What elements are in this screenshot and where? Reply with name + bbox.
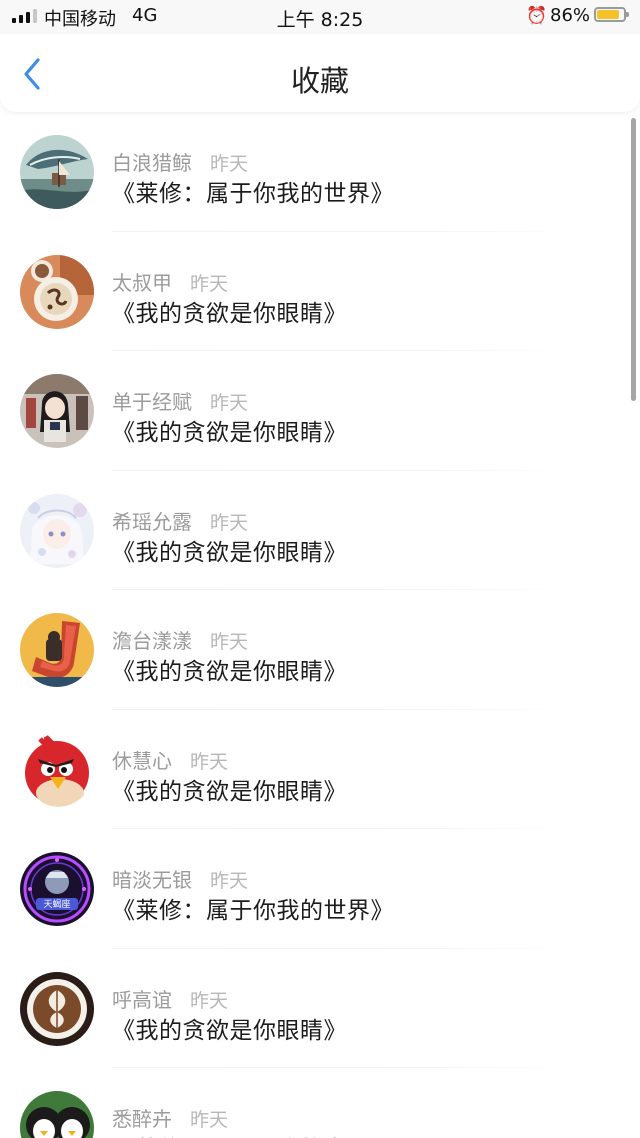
user-avatar[interactable] xyxy=(20,493,94,568)
white-hair-girl-avatar-icon xyxy=(20,493,94,568)
neon-zodiac-avatar-icon: 天蝎座 xyxy=(20,852,94,926)
user-name: 单于经赋 xyxy=(112,390,192,414)
book-title: 《我的贪欲是你眼睛》 xyxy=(112,778,347,805)
user-name-line: 澹台漾漾 昨天 xyxy=(112,625,248,654)
list-item[interactable]: 希瑶允露 昨天 《我的贪欲是你眼睛》 xyxy=(0,471,640,590)
timestamp: 昨天 xyxy=(210,392,249,414)
alarm-clock-icon: ⏰ xyxy=(526,6,548,26)
red-bird-avatar-icon xyxy=(20,732,94,807)
letter-j-avatar-icon xyxy=(20,613,94,687)
penguin-doll-avatar-icon xyxy=(20,1091,94,1138)
user-avatar[interactable]: 天蝎座 xyxy=(20,852,94,926)
user-name-line: 暗淡无银 昨天 xyxy=(112,864,248,893)
favorites-screen: 中国移动 4G 上午 8:25 ⏰ 86% 收藏 白浪猎鲸 昨天 《莱修：属于你… xyxy=(0,0,640,1138)
user-name: 呼高谊 xyxy=(112,987,172,1012)
list-item[interactable]: 呼高谊 昨天 《我的贪欲是你眼睛》 xyxy=(0,949,640,1068)
timestamp: 昨天 xyxy=(190,989,229,1012)
list-item[interactable]: 天蝎座 暗淡无银 昨天 《莱修：属于你我的世界》 xyxy=(0,829,640,949)
user-name: 休慧心 xyxy=(112,748,172,773)
user-avatar[interactable] xyxy=(20,254,94,329)
user-name-line: 太叔甲 昨天 xyxy=(112,267,228,296)
user-name: 悉醉卉 xyxy=(112,1107,172,1131)
list-item[interactable]: 悉醉卉昨天 《莱修：属于你我的世界》 xyxy=(0,1068,640,1138)
latte-cups-avatar-icon xyxy=(20,254,94,329)
book-title: 《我的贪欲是你眼睛》 xyxy=(112,420,347,446)
user-name: 澹台漾漾 xyxy=(112,629,192,653)
book-title: 《我的贪欲是你眼睛》 xyxy=(112,300,347,327)
whale-ship-avatar-icon xyxy=(20,135,94,209)
book-title: 《莱修：属于你我的世界》 xyxy=(112,1130,394,1138)
page-title: 收藏 xyxy=(290,64,349,98)
user-name-line: 呼高谊 昨天 xyxy=(112,984,228,1013)
timestamp: 昨天 xyxy=(190,272,229,295)
timestamp: 昨天 xyxy=(210,631,249,653)
battery-percentage: 86% xyxy=(550,5,591,26)
list-item[interactable]: 澹台漾漾 昨天 《我的贪欲是你眼睛》 xyxy=(0,590,640,710)
book-title: 《莱修：属于你我的世界》 xyxy=(112,898,394,924)
user-avatar[interactable] xyxy=(20,374,94,448)
user-avatar[interactable] xyxy=(20,135,94,209)
user-avatar[interactable] xyxy=(20,613,94,687)
book-title: 《莱修：属于你我的世界》 xyxy=(112,181,394,207)
user-name-line: 白浪猎鲸 昨天 xyxy=(112,147,248,176)
list-item[interactable]: 太叔甲 昨天 《我的贪欲是你眼睛》 xyxy=(0,232,640,351)
timestamp: 昨天 xyxy=(210,870,249,892)
timestamp: 昨天 xyxy=(190,1109,229,1131)
timestamp: 昨天 xyxy=(190,750,229,773)
battery-icon xyxy=(594,7,629,22)
user-avatar[interactable] xyxy=(20,732,94,807)
latte-art-avatar-icon xyxy=(20,971,94,1046)
user-name: 白浪猎鲸 xyxy=(112,151,192,175)
user-name-line: 悉醉卉 昨天 xyxy=(112,1103,228,1132)
favorites-list[interactable]: 白浪猎鲸 昨天 《莱修：属于你我的世界》 太叔甲 昨天 《我的贪欲是你眼睛》 单… xyxy=(0,112,640,1138)
user-name: 暗淡无银 xyxy=(112,868,192,892)
timestamp: 昨天 xyxy=(210,153,249,175)
user-name-line: 希瑶允露 昨天 xyxy=(112,506,248,535)
book-title: 《我的贪欲是你眼睛》 xyxy=(112,539,347,566)
book-title: 《我的贪欲是你眼睛》 xyxy=(112,1017,347,1044)
navigation-bar: 收藏 xyxy=(0,34,640,112)
user-name: 太叔甲 xyxy=(112,270,172,295)
book-title: 《我的贪欲是你眼睛》 xyxy=(112,659,347,685)
user-name: 希瑶允露 xyxy=(112,509,192,534)
user-avatar[interactable] xyxy=(20,971,94,1046)
anime-girl-avatar-icon xyxy=(20,374,94,448)
timestamp: 昨天 xyxy=(210,511,249,534)
list-item[interactable]: 休慧心 昨天 《我的贪欲是你眼睛》 xyxy=(0,710,640,829)
list-item[interactable]: 单于经赋 昨天 《我的贪欲是你眼睛》 xyxy=(0,351,640,471)
svg-text:天蝎座: 天蝎座 xyxy=(43,898,70,910)
user-avatar[interactable] xyxy=(20,1091,94,1138)
list-item[interactable]: 白浪猎鲸 昨天 《莱修：属于你我的世界》 xyxy=(0,112,640,232)
vertical-scrollbar[interactable] xyxy=(631,118,636,401)
user-name-line: 单于经赋 昨天 xyxy=(112,386,248,415)
user-name-line: 休慧心 昨天 xyxy=(112,745,228,774)
status-bar: 中国移动 4G 上午 8:25 ⏰ 86% xyxy=(0,0,640,34)
